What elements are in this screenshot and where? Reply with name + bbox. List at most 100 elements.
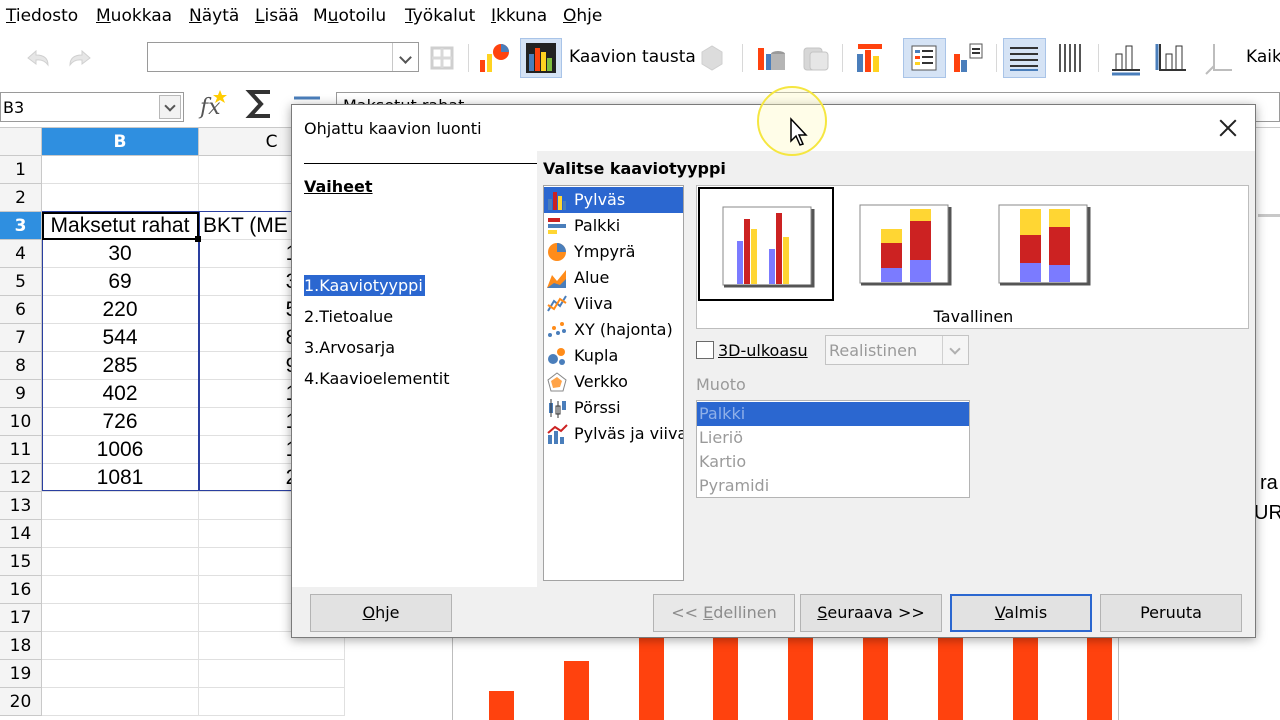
all-axes-icon[interactable] [1200,40,1236,76]
3d-look-checkbox[interactable] [696,341,714,359]
cell-b-row[interactable]: Maksetut rahat [42,212,199,240]
chart-type-item[interactable]: Viiva [544,291,683,317]
menu-help[interactable]: Ohje [563,6,602,26]
cancel-button[interactable]: Peruuta [1100,594,1242,632]
cell-b-row[interactable]: 1006 [42,436,199,464]
select-all-corner[interactable] [0,128,42,156]
data-table-icon[interactable] [752,40,788,76]
format-selection-icon[interactable] [424,40,460,76]
row-header[interactable]: 13 [0,492,42,520]
name-box[interactable]: B3 [0,92,184,122]
x-axis-icon[interactable] [1108,40,1144,76]
row-header[interactable]: 18 [0,632,42,660]
chart-type-icon[interactable] [476,40,512,76]
menu-window[interactable]: Ikkuna [491,6,547,26]
row-header[interactable]: 11 [0,436,42,464]
row-header[interactable]: 5 [0,268,42,296]
step-number: 4. [304,369,320,388]
chevron-down-icon[interactable] [159,95,181,119]
column-header-b[interactable]: B [42,128,199,156]
chart-type-item[interactable]: Pörssi [544,395,683,421]
chart-type-list[interactable]: Pylväs Palkki Ympyrä Alue Viiva XY (hajonta) K… [543,185,684,581]
row-header[interactable]: 7 [0,324,42,352]
vertical-grid-icon[interactable] [1052,40,1088,76]
redo-icon[interactable] [62,40,98,76]
row-header[interactable]: 12 [0,464,42,492]
cell-b-row[interactable]: 69 [42,268,199,296]
cell-b-row[interactable] [42,548,199,576]
cell-b-row[interactable] [42,576,199,604]
stacked-column-variant[interactable] [837,187,973,301]
cell-b-row[interactable]: 285 [42,352,199,380]
cell-b-row[interactable]: 220 [42,296,199,324]
wizard-step[interactable]: 4.Kaavioelementit [304,368,451,389]
row-header[interactable]: 3 [0,212,42,240]
cell-c-row[interactable] [199,660,345,688]
chart-type-item[interactable]: Kupla [544,343,683,369]
wizard-step[interactable]: 2.Tietoalue [304,306,395,327]
insert-title-icon[interactable] [852,40,888,76]
cell-b-row[interactable] [42,184,199,212]
menu-view[interactable]: Näytä [189,6,239,26]
cell-b-row[interactable]: 402 [42,380,199,408]
finish-button[interactable]: Valmis [950,594,1092,632]
row-header[interactable]: 20 [0,688,42,716]
cell-b-row[interactable]: 544 [42,324,199,352]
wizard-step[interactable]: 1.Kaaviotyyppi [303,274,426,297]
sum-icon[interactable] [242,86,278,122]
row-header[interactable]: 4 [0,240,42,268]
cell-b-row[interactable] [42,688,199,716]
chevron-down-icon[interactable] [392,43,418,71]
3d-look-label[interactable]: 3D-ulkoasu [718,341,808,360]
next-button[interactable]: Seuraava >> [800,594,942,632]
chart-type-item[interactable]: Palkki [544,213,683,239]
chart-type-item[interactable]: Verkko [544,369,683,395]
menu-insert[interactable]: Lisää [255,6,299,26]
percent-stacked-column-variant[interactable] [976,187,1112,301]
menu-edit[interactable]: Muokkaa [96,6,172,26]
chart-element-select[interactable] [147,42,419,72]
insert-legend-icon[interactable] [950,40,986,76]
chart-type-item[interactable]: XY (hajonta) [544,317,683,343]
chart-type-item[interactable]: Pylväs ja viiva [544,421,683,447]
close-icon[interactable] [1215,115,1241,141]
cell-b-row[interactable] [42,660,199,688]
all-axes-label[interactable]: Kaik [1246,47,1280,67]
y-axis-icon[interactable] [1154,40,1190,76]
cell-b-row[interactable] [42,156,199,184]
cell-b-row[interactable] [42,604,199,632]
row-header[interactable]: 16 [0,576,42,604]
cell-b-row[interactable] [42,632,199,660]
3d-view-icon[interactable] [694,40,730,76]
row-header[interactable]: 15 [0,548,42,576]
dialog-titlebar[interactable]: Ohjattu kaavion luonti [292,105,1255,151]
function-wizard-icon[interactable]: fx [196,86,232,122]
cell-b-row[interactable]: 30 [42,240,199,268]
row-header[interactable]: 1 [0,156,42,184]
help-button[interactable]: Ohje [310,594,452,632]
row-header[interactable]: 19 [0,660,42,688]
menu-format[interactable]: Muotoilu [313,6,386,26]
data-series-icon[interactable] [798,40,834,76]
cell-b-row[interactable]: 1081 [42,464,199,492]
cell-c-row[interactable] [199,688,345,716]
row-header[interactable]: 2 [0,184,42,212]
row-header[interactable]: 9 [0,380,42,408]
chart-type-item[interactable]: Pylväs [544,187,683,213]
row-header[interactable]: 8 [0,352,42,380]
row-header[interactable]: 10 [0,408,42,436]
row-header[interactable]: 6 [0,296,42,324]
menu-file[interactable]: Tiedosto [6,6,78,26]
cell-b-row[interactable] [42,520,199,548]
chart-type-item[interactable]: Alue [544,265,683,291]
wizard-step[interactable]: 3.Arvosarja [304,337,397,358]
chart-area-label[interactable]: Kaavion tausta [569,47,696,67]
chart-type-item[interactable]: Ympyrä [544,239,683,265]
cell-b-row[interactable]: 726 [42,408,199,436]
cell-b-row[interactable] [42,492,199,520]
undo-icon[interactable] [20,40,56,76]
row-header[interactable]: 17 [0,604,42,632]
menu-tools[interactable]: Työkalut [405,6,475,26]
row-header[interactable]: 14 [0,520,42,548]
normal-column-variant[interactable] [698,187,834,301]
